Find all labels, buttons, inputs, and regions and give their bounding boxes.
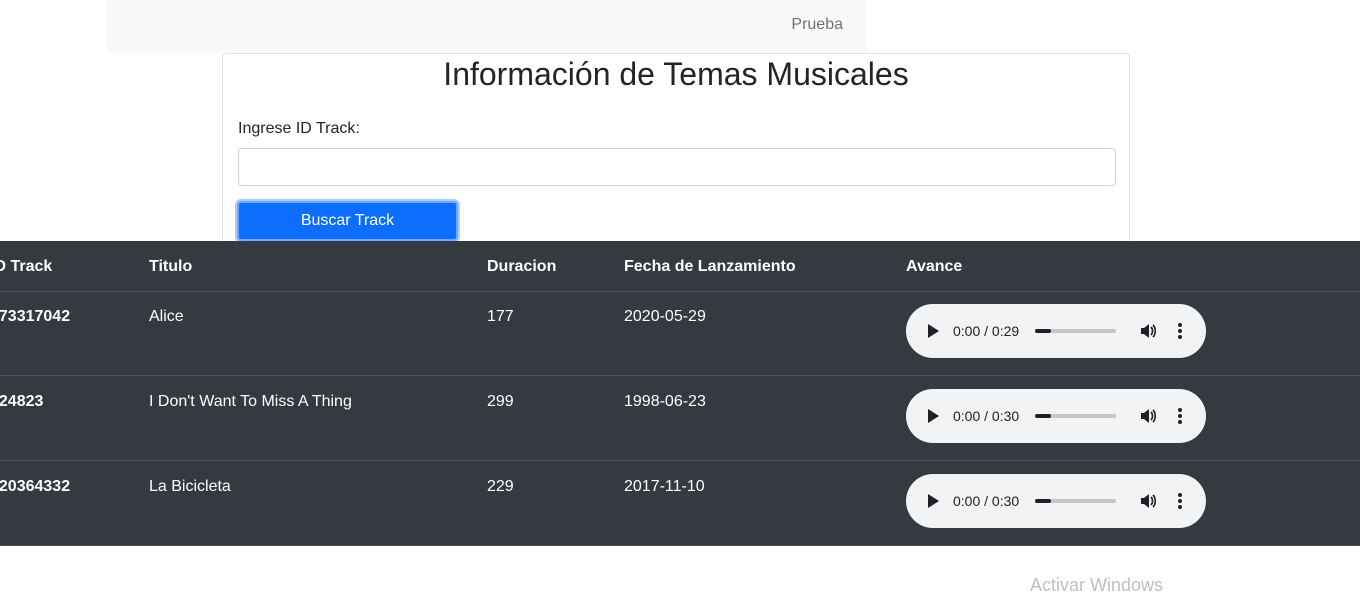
header-titulo: Titulo bbox=[149, 258, 193, 275]
audio-time: 0:00 / 0:30 bbox=[953, 493, 1020, 509]
volume-icon[interactable] bbox=[1140, 492, 1156, 510]
activation-watermark: Activar Windows bbox=[1030, 575, 1164, 595]
audio-player: 0:00 / 0:30 bbox=[906, 474, 1206, 528]
audio-player: 0:00 / 0:30 bbox=[906, 389, 1206, 443]
play-icon[interactable] bbox=[928, 324, 939, 338]
volume-icon[interactable] bbox=[1140, 407, 1156, 425]
header-id-track: ID Track bbox=[0, 258, 53, 275]
audio-time: 0:00 / 0:29 bbox=[953, 323, 1020, 339]
cell-id: 220364332 bbox=[0, 478, 71, 495]
table-row: 524823 I Don't Want To Miss A Thing 299 … bbox=[0, 376, 1360, 461]
audio-progress-fill bbox=[1035, 329, 1052, 333]
more-options-icon[interactable] bbox=[1175, 407, 1185, 425]
tracks-table: ID Track Titulo Duracion Fecha de Lanzam… bbox=[0, 241, 1360, 546]
cell-title: Alice bbox=[149, 308, 184, 325]
cell-title: I Don't Want To Miss A Thing bbox=[149, 393, 352, 410]
cell-date: 2020-05-29 bbox=[624, 308, 706, 325]
audio-progress[interactable] bbox=[1035, 414, 1116, 418]
cell-duration: 177 bbox=[487, 308, 514, 325]
navbar: Prueba bbox=[107, 0, 867, 53]
audio-progress[interactable] bbox=[1035, 329, 1116, 333]
play-icon[interactable] bbox=[928, 494, 939, 508]
header-duracion: Duracion bbox=[487, 258, 557, 275]
header-avance: Avance bbox=[906, 258, 963, 275]
cell-id: 524823 bbox=[0, 393, 44, 410]
track-id-label: Ingrese ID Track: bbox=[238, 120, 360, 137]
play-icon[interactable] bbox=[928, 409, 939, 423]
track-id-input[interactable] bbox=[238, 148, 1116, 186]
audio-progress-fill bbox=[1035, 414, 1052, 418]
audio-progress-fill bbox=[1035, 499, 1052, 503]
more-options-icon[interactable] bbox=[1175, 322, 1185, 340]
search-track-button[interactable]: Buscar Track bbox=[237, 201, 458, 241]
volume-icon[interactable] bbox=[1140, 322, 1156, 340]
more-options-icon[interactable] bbox=[1175, 492, 1185, 510]
table-header: ID Track Titulo Duracion Fecha de Lanzam… bbox=[0, 241, 1360, 292]
audio-progress[interactable] bbox=[1035, 499, 1116, 503]
nav-link-prueba[interactable]: Prueba bbox=[791, 16, 843, 34]
cell-date: 1998-06-23 bbox=[624, 393, 706, 410]
page-title: Información de Temas Musicales bbox=[443, 56, 909, 92]
cell-id: 473317042 bbox=[0, 308, 71, 325]
table-row: 473317042 Alice 177 2020-05-29 0:00 / 0:… bbox=[0, 291, 1360, 376]
audio-player: 0:00 / 0:29 bbox=[906, 304, 1206, 358]
header-fecha: Fecha de Lanzamiento bbox=[624, 258, 796, 275]
cell-title: La Bicicleta bbox=[149, 478, 231, 495]
cell-duration: 299 bbox=[487, 393, 514, 410]
cell-date: 2017-11-10 bbox=[624, 478, 705, 495]
table-row: 220364332 La Bicicleta 229 2017-11-10 0:… bbox=[0, 461, 1360, 546]
audio-time: 0:00 / 0:30 bbox=[953, 408, 1020, 424]
cell-duration: 229 bbox=[487, 478, 514, 495]
